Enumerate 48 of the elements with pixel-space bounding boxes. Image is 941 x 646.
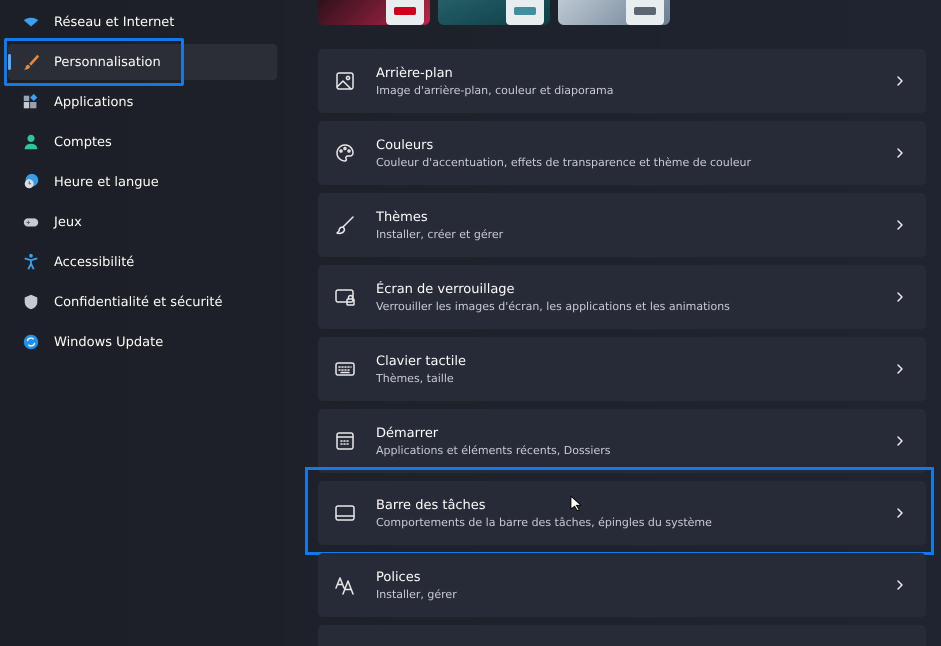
card-subtitle: Installer, gérer [376,588,457,600]
card-title: Couleurs [376,138,434,152]
card-subtitle: Couleur d'accentuation, effets de transparence et thème de couleur [376,156,752,168]
card-subtitle: Installer, créer et gérer [376,228,504,240]
card-subtitle: Comportements de la barre des tâches, épingles du système [376,516,712,528]
card-title: Écran de verrouillage [376,282,515,296]
mouse-cursor-icon [570,495,581,512]
settings-card[interactable]: Clavier tactile Thèmes, taille [318,337,926,401]
sidebar-item[interactable]: Comptes [8,124,277,160]
sidebar-item[interactable]: Personnalisation [8,44,277,80]
settings-card[interactable]: Thèmes Installer, créer et gérer [318,193,926,257]
brush-icon [334,214,356,236]
card-title: Polices [376,570,420,584]
card-subtitle: Applications et éléments récents, Dossiers [376,444,610,456]
card-subtitle: Thèmes, taille [376,372,454,384]
card-title: Arrière-plan [376,66,453,80]
card-title: Thèmes [376,210,428,224]
accessibility-icon [22,253,40,271]
settings-card[interactable]: Polices Installer, gérer [318,553,926,617]
sidebar-item[interactable]: Windows Update [8,324,277,360]
sidebar-item[interactable]: Confidentialité et sécurité [8,284,277,320]
card-subtitle: Image d'arrière-plan, couleur et diaporama [376,84,614,96]
card-title: Barre des tâches [376,498,486,512]
sidebar-item[interactable]: Réseau et Internet [8,4,277,40]
theme-swatch [506,0,544,25]
card-title: Démarrer [376,426,438,440]
theme-swatch [386,0,424,25]
sidebar-item[interactable]: Accessibilité [8,244,277,280]
sidebar-item[interactable]: Heure et langue [8,164,277,200]
settings-card[interactable]: Démarrer Applications et éléments récents, Dossiers [318,409,926,473]
sidebar-item[interactable]: Applications [8,84,277,120]
theme-swatch [626,0,664,25]
settings-card[interactable]: Barre des tâches Comportements de la barre des tâches, épingles du système [318,481,926,545]
apps-icon [22,93,40,111]
brush-icon [22,53,40,71]
settings-card[interactable]: Couleurs Couleur d'accentuation, effets de transparence et thème de couleur [318,121,926,185]
card-title: Clavier tactile [376,354,466,368]
image-icon [334,70,356,92]
clock-icon [22,173,40,191]
start-menu-icon [334,430,356,452]
card-subtitle: Verrouiller les images d'écran, les applications et les animations [376,300,730,312]
settings-card[interactable]: Écran de verrouillage Verrouiller les images d'écran, les applications et les animations [318,265,926,329]
person-icon [22,133,40,151]
settings-card[interactable]: Arrière-plan Image d'arrière-plan, couleur et diaporama [318,49,926,113]
palette-icon [334,142,356,164]
sync-icon [22,333,40,351]
sidebar-item[interactable]: Jeux [8,204,277,240]
shield-icon [22,293,40,311]
